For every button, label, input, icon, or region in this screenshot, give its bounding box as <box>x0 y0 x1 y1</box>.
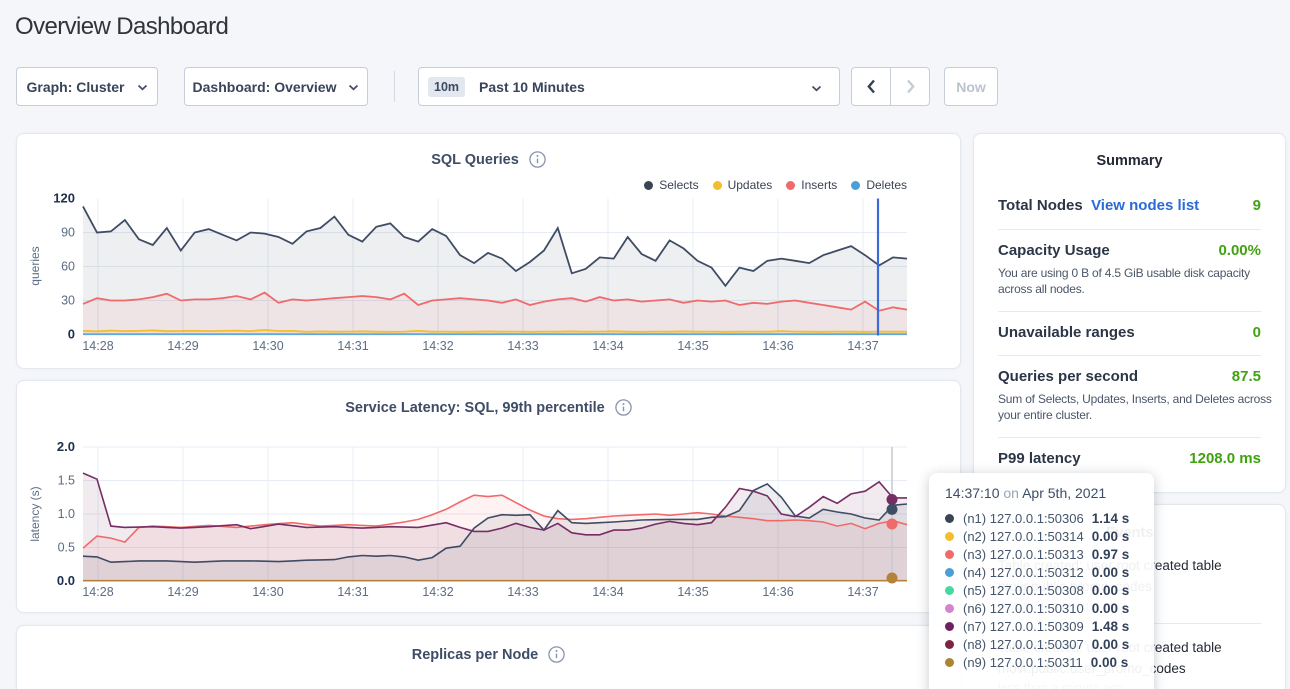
svg-text:latency (s): latency (s) <box>28 486 42 541</box>
svg-text:90: 90 <box>61 226 75 240</box>
svg-text:1.5: 1.5 <box>58 474 75 488</box>
svg-text:14:30: 14:30 <box>252 339 283 353</box>
svg-text:30: 30 <box>61 294 75 308</box>
svg-text:14:35: 14:35 <box>677 339 708 353</box>
svg-text:14:37: 14:37 <box>847 585 878 599</box>
svg-text:1.0: 1.0 <box>58 507 75 521</box>
svg-text:14:34: 14:34 <box>592 585 623 599</box>
svg-text:14:28: 14:28 <box>82 585 113 599</box>
svg-text:14:30: 14:30 <box>252 585 283 599</box>
svg-text:60: 60 <box>61 260 75 274</box>
svg-text:14:31: 14:31 <box>337 339 368 353</box>
svg-text:14:34: 14:34 <box>592 339 623 353</box>
svg-text:14:36: 14:36 <box>762 585 793 599</box>
svg-text:120: 120 <box>53 191 75 206</box>
svg-text:14:32: 14:32 <box>422 339 453 353</box>
svg-text:0.5: 0.5 <box>58 541 75 555</box>
svg-text:14:32: 14:32 <box>422 585 453 599</box>
svg-text:queries: queries <box>28 246 42 285</box>
svg-text:0: 0 <box>68 327 75 342</box>
svg-text:14:33: 14:33 <box>507 585 538 599</box>
svg-text:14:28: 14:28 <box>82 339 113 353</box>
svg-text:14:29: 14:29 <box>167 339 198 353</box>
svg-text:14:33: 14:33 <box>507 339 538 353</box>
svg-text:14:35: 14:35 <box>677 585 708 599</box>
svg-text:14:29: 14:29 <box>167 585 198 599</box>
svg-text:2.0: 2.0 <box>57 439 75 454</box>
svg-text:14:36: 14:36 <box>762 339 793 353</box>
svg-text:14:37: 14:37 <box>847 339 878 353</box>
svg-text:14:31: 14:31 <box>337 585 368 599</box>
svg-text:0.0: 0.0 <box>57 573 75 588</box>
